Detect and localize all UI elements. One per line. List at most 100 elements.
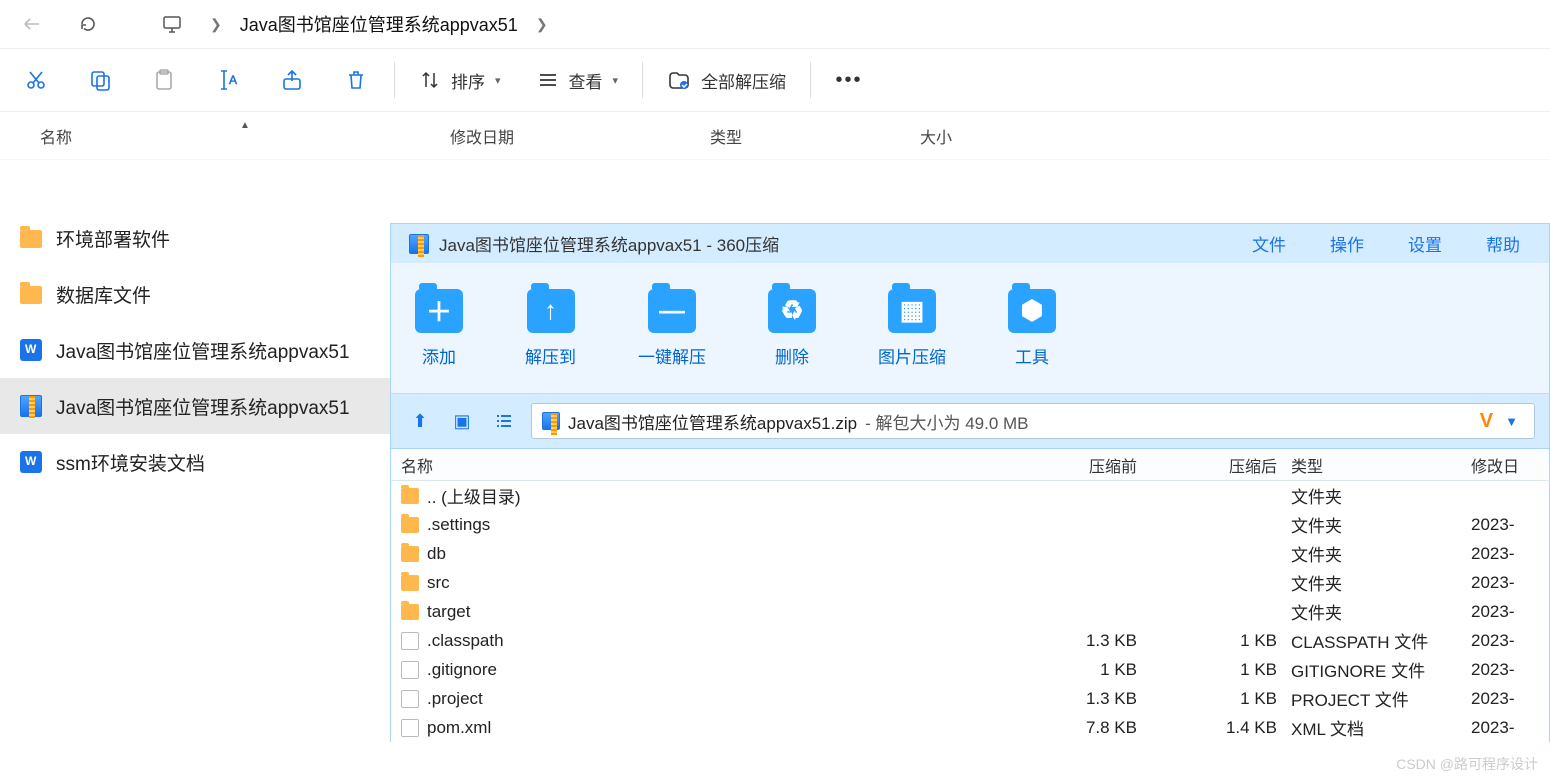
more-button[interactable]: ••• bbox=[817, 52, 881, 108]
folder-icon bbox=[20, 230, 42, 248]
refresh-button[interactable] bbox=[64, 4, 112, 44]
archive-titlebar[interactable]: Java图书馆座位管理系统appvax51 - 360压缩 文件操作设置帮助 bbox=[390, 223, 1550, 263]
separator bbox=[394, 62, 395, 98]
sort-menu[interactable]: 排序 ▾ bbox=[401, 52, 519, 108]
archive-tool-图片压缩[interactable]: ▦图片压缩 bbox=[878, 289, 946, 368]
list-item[interactable]: Java图书馆座位管理系统appvax51 bbox=[0, 322, 390, 378]
folder-icon bbox=[20, 286, 42, 304]
item-label: ssm环境安装文档 bbox=[56, 449, 205, 476]
separator bbox=[642, 62, 643, 98]
archive-title: Java图书馆座位管理系统appvax51 bbox=[439, 236, 702, 255]
file-icon bbox=[401, 632, 419, 650]
tool-icon: — bbox=[648, 289, 696, 333]
archive-menu-item[interactable]: 帮助 bbox=[1486, 231, 1520, 256]
tool-icon: ♻ bbox=[768, 289, 816, 333]
rename-button[interactable]: A bbox=[196, 52, 260, 108]
view-menu[interactable]: 查看 ▾ bbox=[519, 52, 637, 108]
extract-all-button[interactable]: 全部解压缩 bbox=[649, 52, 804, 108]
list-item[interactable]: Java图书馆座位管理系统appvax51 bbox=[0, 378, 390, 434]
column-header: 名称▲ 修改日期 类型 大小 bbox=[0, 112, 1550, 160]
archive-row[interactable]: pom.xml7.8 KB1.4 KBXML 文档2023- bbox=[391, 713, 1549, 742]
toolbar: A 排序 ▾ 查看 ▾ 全部解压缩 ••• bbox=[0, 48, 1550, 112]
column-size[interactable]: 大小 bbox=[920, 124, 1550, 148]
archive-window: Java图书馆座位管理系统appvax51 - 360压缩 文件操作设置帮助 ＋… bbox=[390, 223, 1550, 780]
archive-col-name[interactable]: 名称 bbox=[391, 453, 1041, 477]
v-badge-icon: V bbox=[1480, 410, 1493, 433]
tool-icon: ▦ bbox=[888, 289, 936, 333]
archive-col-date[interactable]: 修改日 bbox=[1471, 453, 1549, 477]
archive-col-post[interactable]: 压缩后 bbox=[1151, 453, 1291, 477]
item-label: Java图书馆座位管理系统appvax51 bbox=[56, 337, 350, 364]
delete-button[interactable] bbox=[324, 52, 388, 108]
folder-icon bbox=[401, 604, 419, 620]
folder-icon bbox=[401, 488, 419, 504]
svg-text:A: A bbox=[229, 73, 237, 87]
archive-row[interactable]: target文件夹2023- bbox=[391, 597, 1549, 626]
share-button[interactable] bbox=[260, 52, 324, 108]
file-icon bbox=[401, 719, 419, 737]
sort-indicator-icon: ▲ bbox=[240, 120, 250, 131]
archive-row[interactable]: .. (上级目录)文件夹 bbox=[391, 481, 1549, 510]
tool-icon: ⬢ bbox=[1008, 289, 1056, 333]
breadcrumb-title[interactable]: Java图书馆座位管理系统appvax51 bbox=[236, 11, 522, 37]
archive-path-input[interactable]: Java图书馆座位管理系统appvax51.zip - 解包大小为 49.0 M… bbox=[531, 403, 1535, 439]
archive-columns: 名称 压缩前 压缩后 类型 修改日 bbox=[390, 449, 1550, 481]
cut-button[interactable] bbox=[4, 52, 68, 108]
up-button[interactable]: ⬆ bbox=[405, 406, 435, 436]
archive-row[interactable]: .gitignore1 KB1 KBGITIGNORE 文件2023- bbox=[391, 655, 1549, 684]
folder-icon bbox=[401, 517, 419, 533]
chevron-right-icon: ❯ bbox=[204, 16, 228, 33]
zip-icon bbox=[409, 234, 429, 254]
chevron-right-icon: ❯ bbox=[530, 16, 554, 33]
archive-col-type[interactable]: 类型 bbox=[1291, 453, 1471, 477]
caret-down-icon: ▾ bbox=[613, 74, 619, 87]
copy-button[interactable] bbox=[68, 52, 132, 108]
view-square-icon[interactable]: ▣ bbox=[447, 406, 477, 436]
item-label: 环境部署软件 bbox=[56, 225, 170, 252]
list-item[interactable]: 环境部署软件 bbox=[0, 210, 390, 266]
file-icon bbox=[401, 690, 419, 708]
archive-menu-item[interactable]: 文件 bbox=[1252, 231, 1286, 256]
item-label: 数据库文件 bbox=[56, 281, 151, 308]
file-icon bbox=[401, 661, 419, 679]
caret-down-icon: ▾ bbox=[495, 74, 501, 87]
archive-row[interactable]: db文件夹2023- bbox=[391, 539, 1549, 568]
archive-tool-解压到[interactable]: ↑解压到 bbox=[525, 289, 576, 368]
archive-row[interactable]: src文件夹2023- bbox=[391, 568, 1549, 597]
archive-tool-添加[interactable]: ＋添加 bbox=[415, 289, 463, 368]
archive-rows: .. (上级目录)文件夹.settings文件夹2023-db文件夹2023-s… bbox=[390, 481, 1550, 742]
list-item[interactable]: ssm环境安装文档 bbox=[0, 434, 390, 490]
archive-menu-item[interactable]: 设置 bbox=[1408, 231, 1442, 256]
doc-icon bbox=[20, 339, 42, 361]
column-date[interactable]: 修改日期 bbox=[450, 124, 710, 148]
separator bbox=[810, 62, 811, 98]
view-list-icon[interactable] bbox=[489, 406, 519, 436]
folder-icon bbox=[401, 546, 419, 562]
explorer-file-list: 环境部署软件数据库文件 Java图书馆座位管理系统appvax51 Java图书馆座… bbox=[0, 210, 390, 490]
archive-menu-item[interactable]: 操作 bbox=[1330, 231, 1364, 256]
archive-pathbar: ⬆ ▣ Java图书馆座位管理系统appvax51.zip - 解包大小为 49… bbox=[390, 393, 1550, 449]
list-item[interactable]: 数据库文件 bbox=[0, 266, 390, 322]
archive-row[interactable]: .classpath1.3 KB1 KBCLASSPATH 文件2023- bbox=[391, 626, 1549, 655]
column-type[interactable]: 类型 bbox=[710, 124, 920, 148]
navbar: ❯ Java图书馆座位管理系统appvax51 ❯ bbox=[0, 0, 1550, 48]
item-label: Java图书馆座位管理系统appvax51 bbox=[56, 393, 350, 420]
archive-tool-删除[interactable]: ♻删除 bbox=[768, 289, 816, 368]
tool-icon: ＋ bbox=[415, 289, 463, 333]
zip-icon bbox=[20, 395, 42, 417]
zip-icon bbox=[542, 412, 560, 430]
folder-icon bbox=[401, 575, 419, 591]
archive-row[interactable]: .settings文件夹2023- bbox=[391, 510, 1549, 539]
archive-tool-一键解压[interactable]: —一键解压 bbox=[638, 289, 706, 368]
archive-tool-工具[interactable]: ⬢工具 bbox=[1008, 289, 1056, 368]
column-name[interactable]: 名称▲ bbox=[0, 124, 450, 148]
archive-row[interactable]: .project1.3 KB1 KBPROJECT 文件2023- bbox=[391, 684, 1549, 713]
watermark: CSDN @路可程序设计 bbox=[1396, 754, 1538, 774]
this-pc-icon[interactable] bbox=[148, 4, 196, 44]
doc-icon bbox=[20, 451, 42, 473]
paste-button[interactable] bbox=[132, 52, 196, 108]
dropdown-icon[interactable]: ▼ bbox=[1505, 414, 1518, 429]
back-button[interactable] bbox=[8, 4, 56, 44]
archive-col-pre[interactable]: 压缩前 bbox=[1041, 453, 1151, 477]
archive-toolbar: ＋添加 ↑解压到 —一键解压 ♻删除 ▦图片压缩 ⬢工具 bbox=[390, 263, 1550, 393]
